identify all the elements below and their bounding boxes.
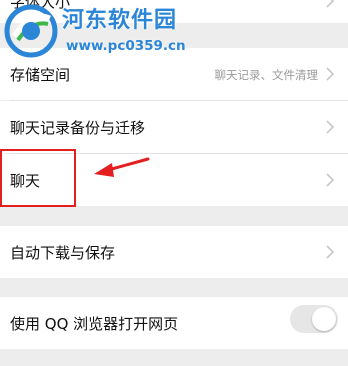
toggle-knob (312, 307, 336, 331)
qq-browser-toggle[interactable] (290, 305, 338, 333)
auto-download-label: 自动下载与保存 (10, 244, 116, 262)
watermark-url: www.pc0359.cn (66, 38, 186, 54)
chevron-right-icon (326, 173, 335, 187)
storage-detail: 聊天记录、文件清理 (214, 68, 319, 82)
watermark-title: 河东软件园 (62, 7, 178, 33)
settings-row-auto-download[interactable]: 自动下载与保存 (0, 226, 348, 278)
settings-row-chat-backup[interactable]: 聊天记录备份与迁移 (0, 101, 348, 153)
chevron-right-icon (326, 120, 335, 134)
chevron-right-icon (326, 245, 335, 259)
highlight-box (0, 149, 76, 207)
chevron-right-icon (326, 0, 335, 8)
red-arrow-icon (94, 157, 150, 177)
chevron-right-icon (326, 67, 335, 81)
storage-label: 存储空间 (10, 66, 71, 84)
watermark: 河东软件园 www.pc0359.cn (0, 0, 210, 66)
qq-browser-label: 使用 QQ 浏览器打开网页 (10, 315, 179, 333)
chat-backup-label: 聊天记录备份与迁移 (10, 119, 146, 137)
watermark-logo-icon (4, 4, 58, 58)
